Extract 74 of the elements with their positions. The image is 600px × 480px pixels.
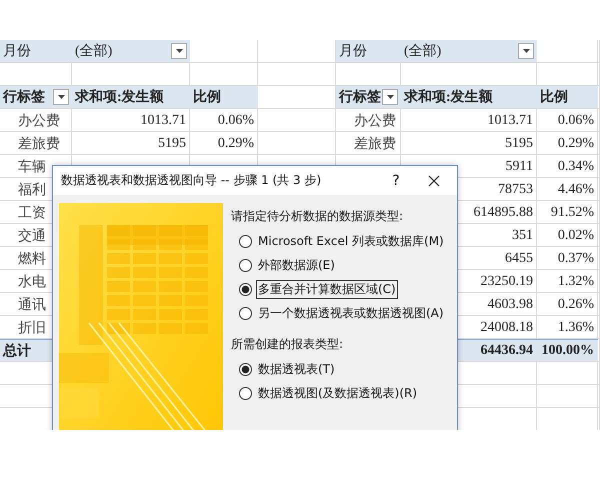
table-cell: 0.29%: [218, 136, 254, 152]
filter-dropdown-button[interactable]: [382, 89, 398, 105]
table-cell: 351: [512, 228, 533, 244]
row-label: 差旅费: [354, 136, 396, 152]
filter-value: (全部): [404, 42, 442, 60]
table-cell: 0.29%: [558, 136, 594, 152]
filter-value: (全部): [75, 42, 112, 60]
option-label[interactable]: Microsoft Excel 列表或数据库(M): [256, 232, 446, 251]
table-cell: 5195: [505, 136, 533, 152]
table-cell: 0.37%: [558, 250, 594, 266]
dialog-title: 数据透视表和数据透视图向导 -- 步骤 1 (共 3 步): [61, 172, 322, 189]
column-header: 行标签: [339, 88, 381, 106]
column-header: 比例: [192, 88, 222, 106]
row-label: 办公费: [354, 112, 396, 130]
table-cell: 0.34%: [558, 158, 594, 174]
table-cell: 5195: [158, 136, 186, 152]
column-header: 求和项:发生额: [402, 88, 494, 106]
radio-button[interactable]: [239, 307, 252, 320]
table-cell: 1.36%: [558, 320, 594, 336]
row-label: 工资: [18, 204, 46, 222]
row-label: 通讯: [18, 296, 46, 314]
total-cell-text: 64436.94: [480, 342, 534, 358]
close-icon: [428, 174, 440, 186]
table-cell: 1.32%: [558, 274, 594, 290]
table-cell: 1013.71: [488, 112, 533, 128]
radio-button[interactable]: [239, 363, 252, 376]
radio-button[interactable]: [239, 259, 252, 272]
row-label: 燃料: [18, 250, 46, 268]
row-label: 交通: [18, 227, 46, 244]
option-label[interactable]: 另一个数据透视表或数据透视图(A): [256, 304, 446, 323]
row-label: 差旅费: [18, 136, 60, 152]
filter-dropdown-button[interactable]: [53, 89, 69, 105]
table-cell: 91.52%: [550, 204, 594, 220]
table-cell: 6455: [505, 250, 533, 266]
column-header: 行标签: [3, 88, 45, 106]
table-cell: 78753: [498, 182, 533, 198]
row-label: 车辆: [18, 158, 46, 176]
row-label: 福利: [18, 182, 46, 198]
radio-button[interactable]: [239, 235, 252, 248]
total-label: 总计: [2, 342, 32, 360]
table-cell: 24008.18: [480, 320, 533, 336]
radio-button[interactable]: [239, 283, 252, 296]
section-heading: 请指定待分析数据的数据源类型:: [231, 208, 404, 225]
table-cell: 0.06%: [218, 112, 254, 128]
option-label[interactable]: 数据透视表(T): [256, 360, 337, 379]
caret-icon: [522, 49, 530, 53]
caret-icon: [386, 95, 394, 99]
help-button[interactable]: ?: [381, 172, 411, 188]
filter-dropdown-button[interactable]: [518, 43, 534, 59]
table-cell: 5911: [506, 158, 533, 174]
radio-button[interactable]: [239, 387, 252, 400]
table-cell: 0.26%: [558, 296, 594, 312]
row-label: 折旧: [18, 320, 46, 336]
option-label[interactable]: 数据透视图(及数据透视表)(R): [256, 384, 420, 403]
filter-label: 月份: [2, 43, 32, 60]
column-header: 求和项:发生额: [74, 88, 165, 106]
table-cell: 23250.19: [480, 274, 533, 290]
caret-icon: [176, 49, 182, 53]
filter-label: 月份: [338, 43, 368, 60]
filter-dropdown-button[interactable]: [171, 43, 187, 59]
table-cell: 4603.98: [488, 296, 533, 312]
option-label[interactable]: 多重合并计算数据区域(C): [256, 280, 398, 299]
table-cell: 614895.88: [474, 204, 533, 220]
option-label[interactable]: 外部数据源(E): [256, 256, 337, 275]
column-header: 比例: [539, 88, 569, 106]
row-label: 办公费: [18, 112, 60, 130]
table-cell: 0.02%: [558, 228, 594, 244]
table-cell: 0.06%: [558, 112, 594, 128]
table-cell: 4.46%: [558, 182, 594, 198]
row-label: 水电: [18, 274, 46, 290]
caret-icon: [58, 95, 64, 99]
section-heading: 所需创建的报表类型:: [231, 336, 344, 353]
total-cell-text: 100.00%: [540, 342, 595, 358]
table-cell: 1013.71: [140, 112, 186, 128]
